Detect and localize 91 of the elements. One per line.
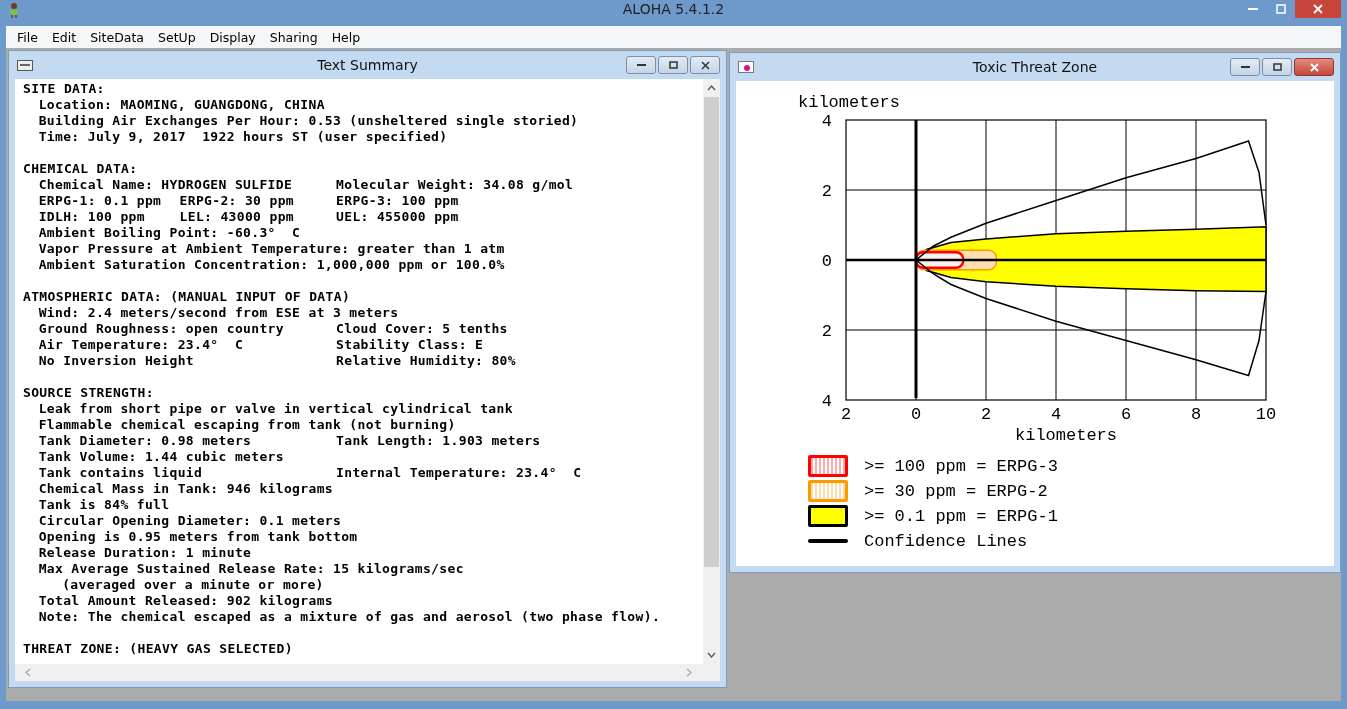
close-icon: [1313, 4, 1323, 14]
section-heading: SITE DATA:: [23, 81, 105, 97]
summary-text: UEL: 455000 ppm: [336, 209, 459, 225]
restore-button[interactable]: [1262, 58, 1292, 76]
minimize-button[interactable]: [626, 56, 656, 74]
minimize-button[interactable]: [1230, 58, 1260, 76]
window-title: ALOHA 5.4.1.2: [622, 1, 725, 17]
restore-icon: [668, 61, 678, 69]
menu-item[interactable]: Sharing: [262, 29, 325, 45]
tick-label: 8: [1190, 405, 1202, 424]
tick-label: 6: [1120, 405, 1132, 424]
summary-text: Chemical Mass in Tank: 946 kilograms: [38, 481, 333, 497]
window-icon: [738, 61, 754, 73]
summary-text: LEL: 43000 ppm: [179, 209, 294, 225]
maximize-icon: [1275, 4, 1286, 14]
summary-text: Relative Humidity: 80%: [336, 353, 516, 369]
window-title: Toxic Threat Zone: [972, 59, 1098, 75]
summary-text: Time: July 9, 2017 1922 hours ST (user specified): [38, 129, 448, 145]
summary-text: IDLH: 100 ppm: [38, 209, 145, 225]
summary-text: Air Temperature: 23.4° C: [38, 337, 244, 353]
summary-text: ERPG-1: 0.1 ppm: [38, 193, 162, 209]
summary-text: Vapor Pressure at Ambient Temperature: greater than 1 atm: [38, 241, 505, 257]
summary-text: Ground Roughness: open country: [38, 321, 284, 337]
window-title: Text Summary: [317, 57, 418, 73]
section-heading: CHEMICAL DATA:: [23, 161, 138, 177]
tick-label: 2: [821, 322, 832, 341]
summary-text: Building Air Exchanges Per Hour: 0.53 (unsheltered single storied): [38, 113, 579, 129]
tick-label: 4: [821, 112, 832, 131]
summary-text: Tank Volume: 1.44 cubic meters: [38, 449, 284, 465]
summary-text: Tank Length: 1.903 meters: [336, 433, 541, 449]
tick-label: 2: [840, 405, 852, 424]
summary-text: Tank contains liquid: [38, 465, 203, 481]
summary-text: Leak from short pipe or valve in vertical cylindrical tank: [38, 401, 513, 417]
minimize-icon: [1240, 65, 1250, 69]
legend-label: >= 100 ppm = ERPG-3: [864, 456, 1058, 476]
menu-item[interactable]: Display: [202, 29, 263, 45]
menu-item[interactable]: SiteData: [83, 29, 151, 45]
legend-label: >= 30 ppm = ERPG-2: [864, 481, 1048, 501]
tick-label: 2: [980, 405, 992, 424]
summary-text: Release Duration: 1 minute: [38, 545, 252, 561]
summary-text: ERPG-3: 100 ppm: [336, 193, 459, 209]
summary-text: Cloud Cover: 5 tenths: [336, 321, 508, 337]
tick-label: 10: [1255, 405, 1277, 424]
menu-item[interactable]: File: [10, 29, 45, 45]
legend-label: >= 0.1 ppm = ERPG-1: [864, 506, 1058, 526]
restore-button[interactable]: [658, 56, 688, 74]
menu-item[interactable]: Edit: [44, 29, 84, 45]
summary-text: Stability Class: E: [336, 337, 484, 353]
summary-text: Molecular Weight: 34.08 g/mol: [336, 177, 574, 193]
tick-label: 0: [910, 405, 922, 424]
scrollbar-thumb[interactable]: [704, 97, 719, 567]
summary-text: Tank Diameter: 0.98 meters: [38, 433, 252, 449]
minimize-icon: [1247, 7, 1258, 11]
summary-text: Tank is 84% full: [38, 497, 170, 513]
summary-text: No Inversion Height: [38, 353, 194, 369]
close-icon: [700, 60, 710, 70]
summary-text: Note: The chemical escaped as a mixture of gas and aerosol (two phase flow).: [38, 609, 661, 625]
summary-text: Opening is 0.95 meters from tank bottom: [38, 529, 358, 545]
menu-item[interactable]: SetUp: [151, 29, 203, 45]
summary-text: Ambient Saturation Concentration: 1,000,000 ppm or 100.0%: [38, 257, 505, 273]
section-heading: THREAT ZONE: (HEAVY GAS SELECTED): [23, 641, 293, 657]
menu-item[interactable]: Help: [324, 29, 368, 45]
minimize-icon: [636, 63, 646, 67]
summary-text: Circular Opening Diameter: 0.1 meters: [38, 513, 342, 529]
section-heading: ATMOSPHERIC DATA: (MANUAL INPUT OF DATA): [23, 289, 351, 305]
summary-text: Total Amount Released: 902 kilograms: [38, 593, 333, 609]
summary-text: Max Average Sustained Release Rate: 15 kilograms/sec: [38, 561, 464, 577]
summary-text: Flammable chemical escaping from tank (not burning): [38, 417, 456, 433]
tick-label: 4: [821, 392, 832, 411]
summary-text: Location: MAOMING, GUANGDONG, CHINA: [38, 97, 325, 113]
close-button[interactable]: [690, 56, 720, 74]
summary-text: Internal Temperature: 23.4° C: [336, 465, 582, 481]
section-heading: SOURCE STRENGTH:: [23, 385, 154, 401]
summary-text: Wind: 2.4 meters/second from ESE at 3 meters: [38, 305, 399, 321]
axis-label: kilometers: [798, 93, 901, 112]
axis-label: kilometers: [1015, 426, 1117, 445]
restore-icon: [1272, 63, 1282, 71]
close-icon: [1309, 62, 1319, 72]
summary-text: Ambient Boiling Point: -60.3° C: [38, 225, 301, 241]
line-swatch-icon: [808, 538, 848, 544]
summary-text: Chemical Name: HYDROGEN SULFIDE: [38, 177, 293, 193]
legend-label: Confidence Lines: [864, 531, 1028, 551]
summary-text: (averaged over a minute or more): [62, 577, 324, 593]
close-button[interactable]: [1294, 58, 1334, 76]
tick-label: 2: [821, 182, 832, 201]
horizontal-scrollbar[interactable]: [15, 664, 720, 681]
summary-text: ERPG-2: 30 ppm: [179, 193, 294, 209]
tick-label: 0: [821, 252, 832, 271]
text-icon: [17, 59, 33, 71]
vertical-scrollbar[interactable]: [703, 79, 720, 664]
tick-label: 4: [1050, 405, 1062, 424]
